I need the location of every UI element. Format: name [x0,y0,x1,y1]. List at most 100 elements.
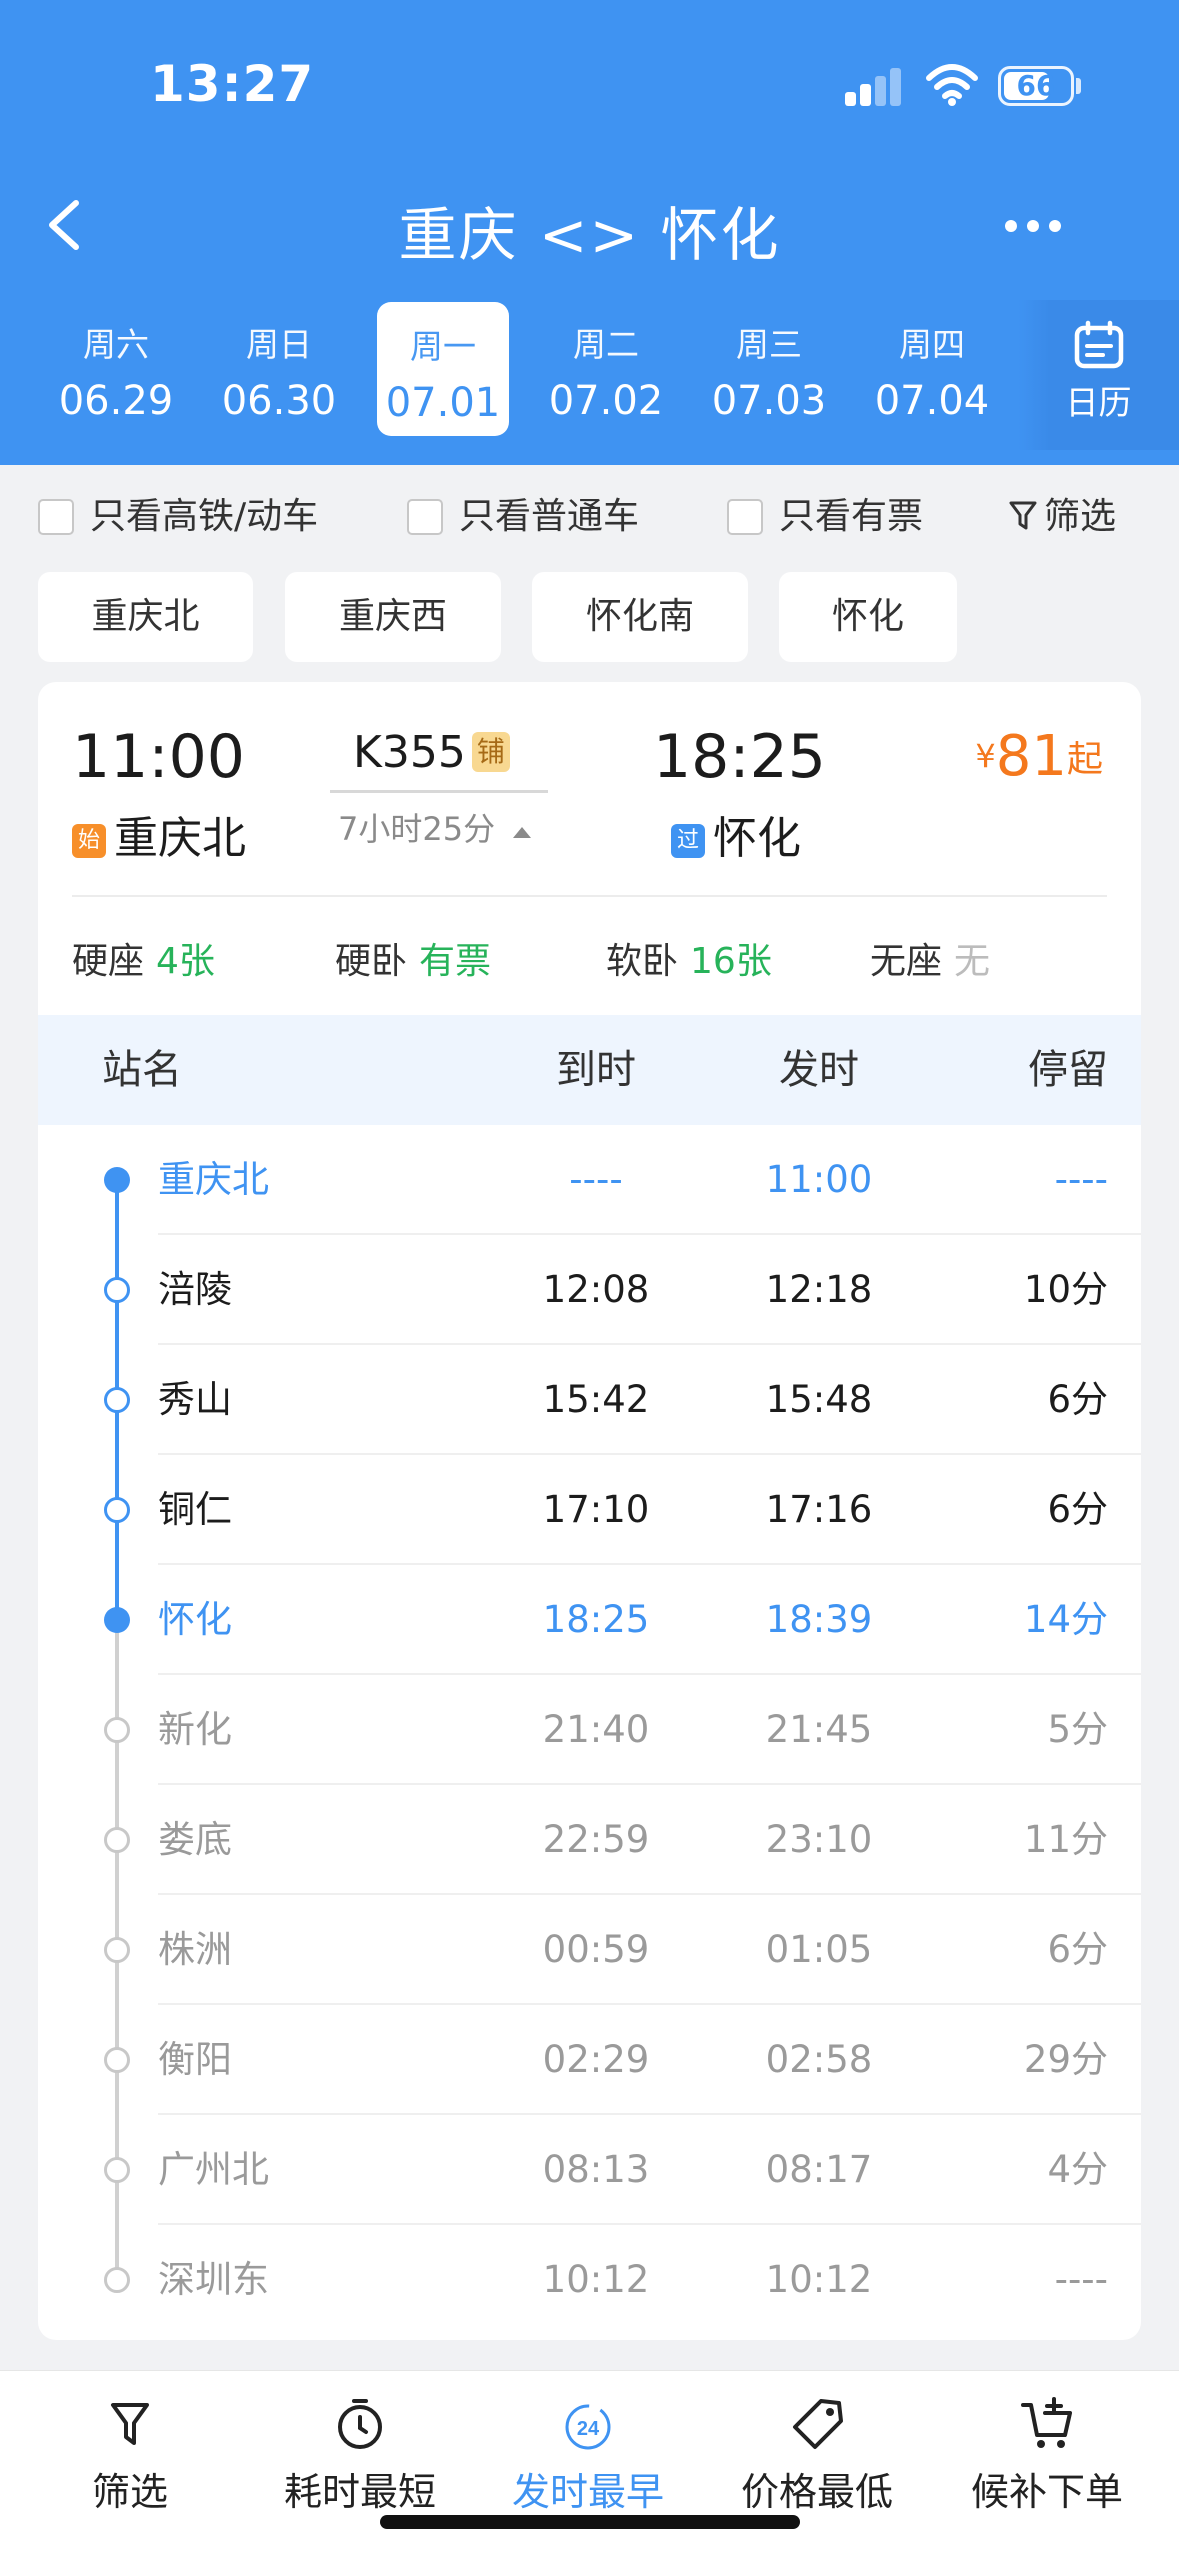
more-options-icon[interactable] [1003,210,1063,240]
price-tag-icon [793,2399,843,2449]
stop-marker-icon [104,1277,130,1303]
collapse-arrow-icon [513,827,532,838]
stop-row: 广州北 08:13 08:17 4分 [38,2115,1141,2225]
stop-departure: 10:12 [765,2258,873,2301]
cellular-signal-icon [845,66,905,106]
station-chip[interactable]: 重庆北 [38,572,253,662]
header-departure: 发时 [779,1047,859,1093]
station-chip[interactable]: 怀化南 [532,572,748,662]
stop-marker-icon [104,1167,130,1193]
stop-arrival: 10:12 [542,2258,650,2301]
funnel-icon [1009,501,1037,530]
clock-24-label: 24 [577,2418,600,2440]
regular-train-only-checkbox[interactable]: 只看普通车 [407,493,639,541]
stop-name: 怀化 [158,1598,232,1641]
stop-name: 广州北 [158,2148,269,2191]
date-selector: 周六 06.29 周日 06.30 周一 07.01 周二 07.02 周三 0… [0,300,1179,440]
battery-percent: 66 [1016,69,1056,102]
price: ¥81起 [975,724,1103,789]
stop-departure: 01:05 [765,1928,873,1971]
stop-departure: 02:58 [765,2038,873,2081]
date-item[interactable]: 周日 06.30 [213,300,345,434]
available-only-checkbox[interactable]: 只看有票 [727,493,923,541]
stop-row: 深圳东 10:12 10:12 ---- [38,2225,1141,2335]
stop-departure: 11:00 [765,1158,873,1201]
stop-name: 涪陵 [158,1268,232,1311]
pass-through-tag: 过 [671,824,705,858]
stop-row: 株洲 00:59 01:05 6分 [38,1895,1141,2005]
date-item-selected[interactable]: 周一 07.01 [377,302,509,436]
stop-marker-icon [104,1497,130,1523]
stops-table-header: 站名 到时 发时 停留 [38,1015,1141,1125]
header-arrival: 到时 [556,1047,636,1093]
stop-stay: 6分 [1047,1488,1108,1531]
date-item[interactable]: 周六 06.29 [50,300,182,434]
stop-row: 重庆北 ---- 11:00 ---- [38,1125,1141,1235]
departure-time: 11:00 [72,722,245,792]
stop-stay: 6分 [1047,1928,1108,1971]
stop-marker-icon [104,2157,130,2183]
date-item[interactable]: 周二 07.02 [540,300,672,434]
calendar-button[interactable]: 日历 [1018,300,1179,450]
seat-soft-sleeper: 软卧 16张 [606,941,772,982]
stop-row: 怀化 18:25 18:39 14分 [38,1565,1141,1675]
stop-departure: 23:10 [765,1818,873,1861]
stop-arrival: 12:08 [542,1268,650,1311]
sleeper-badge: 铺 [471,732,510,772]
stop-name: 衡阳 [158,2038,232,2081]
stop-row: 娄底 22:59 23:10 11分 [38,1785,1141,1895]
tab-lowest-price[interactable]: 价格最低 [727,2391,907,2516]
battery-icon: 66 [998,66,1074,106]
seat-availability: 硬座 4张 硬卧 有票 软卧 16张 无座无 [38,932,1141,992]
cart-plus-icon [1021,2397,1072,2448]
stop-arrival: 00:59 [542,1928,650,1971]
stop-marker-icon [104,2267,130,2293]
stop-arrival: 21:40 [542,1708,650,1751]
stop-arrival: 22:59 [542,1818,650,1861]
stop-marker-icon [104,1827,130,1853]
stop-arrival: 15:42 [542,1378,650,1421]
stop-row: 衡阳 02:29 02:58 29分 [38,2005,1141,2115]
stop-stay: 10分 [1023,1268,1108,1311]
tab-shortest-duration[interactable]: 耗时最短 [270,2391,450,2516]
station-chip[interactable]: 重庆西 [285,572,501,662]
arrival-station: 过怀化 [671,802,801,866]
high-speed-only-checkbox[interactable]: 只看高铁/动车 [38,493,318,541]
station-chip[interactable]: 怀化 [779,572,957,662]
duration-toggle[interactable]: 7小时25分 [338,804,533,850]
date-item[interactable]: 周四 07.04 [866,300,998,434]
tab-earliest-departure[interactable]: 24 发时最早 [498,2391,678,2516]
date-item[interactable]: 周三 07.03 [703,300,835,434]
filter-button[interactable]: 筛选 [1008,493,1116,541]
stop-row: 涪陵 12:08 12:18 10分 [38,1235,1141,1345]
tab-filter[interactable]: 筛选 [40,2391,220,2516]
stop-stay: ---- [1054,1158,1108,1201]
tab-waitlist[interactable]: 候补下单 [957,2391,1137,2516]
stop-name: 深圳东 [158,2258,269,2301]
stop-arrival: 08:13 [542,2148,650,2191]
seat-hard-sleeper: 硬卧 有票 [335,941,492,982]
header-station: 站名 [102,1047,182,1093]
clock-24-icon: 24 [565,2404,611,2450]
stop-arrival: ---- [569,1158,623,1201]
stop-marker-icon [104,1717,130,1743]
stop-departure: 18:39 [765,1598,873,1641]
stop-name: 株洲 [158,1928,232,1971]
stop-departure: 17:16 [765,1488,873,1531]
stop-departure: 21:45 [765,1708,873,1751]
status-time: 13:27 [150,55,315,113]
stop-arrival: 18:25 [542,1598,650,1641]
train-card[interactable]: 11:00 始重庆北 K355 铺 7小时25分 18:25 过怀化 ¥81起 硬… [38,682,1141,2340]
stop-marker-icon [104,2047,130,2073]
stop-name: 铜仁 [158,1488,232,1531]
timer-icon [338,2399,382,2449]
filter-icon [111,2403,149,2445]
stop-marker-icon [104,1937,130,1963]
stop-row: 秀山 15:42 15:48 6分 [38,1345,1141,1455]
stop-row: 铜仁 17:10 17:16 6分 [38,1455,1141,1565]
train-number[interactable]: K355 铺 [353,727,510,778]
departure-station: 始重庆北 [72,802,246,866]
calendar-label: 日历 [1065,383,1132,422]
home-indicator [380,2515,800,2529]
stop-name: 秀山 [158,1378,232,1421]
